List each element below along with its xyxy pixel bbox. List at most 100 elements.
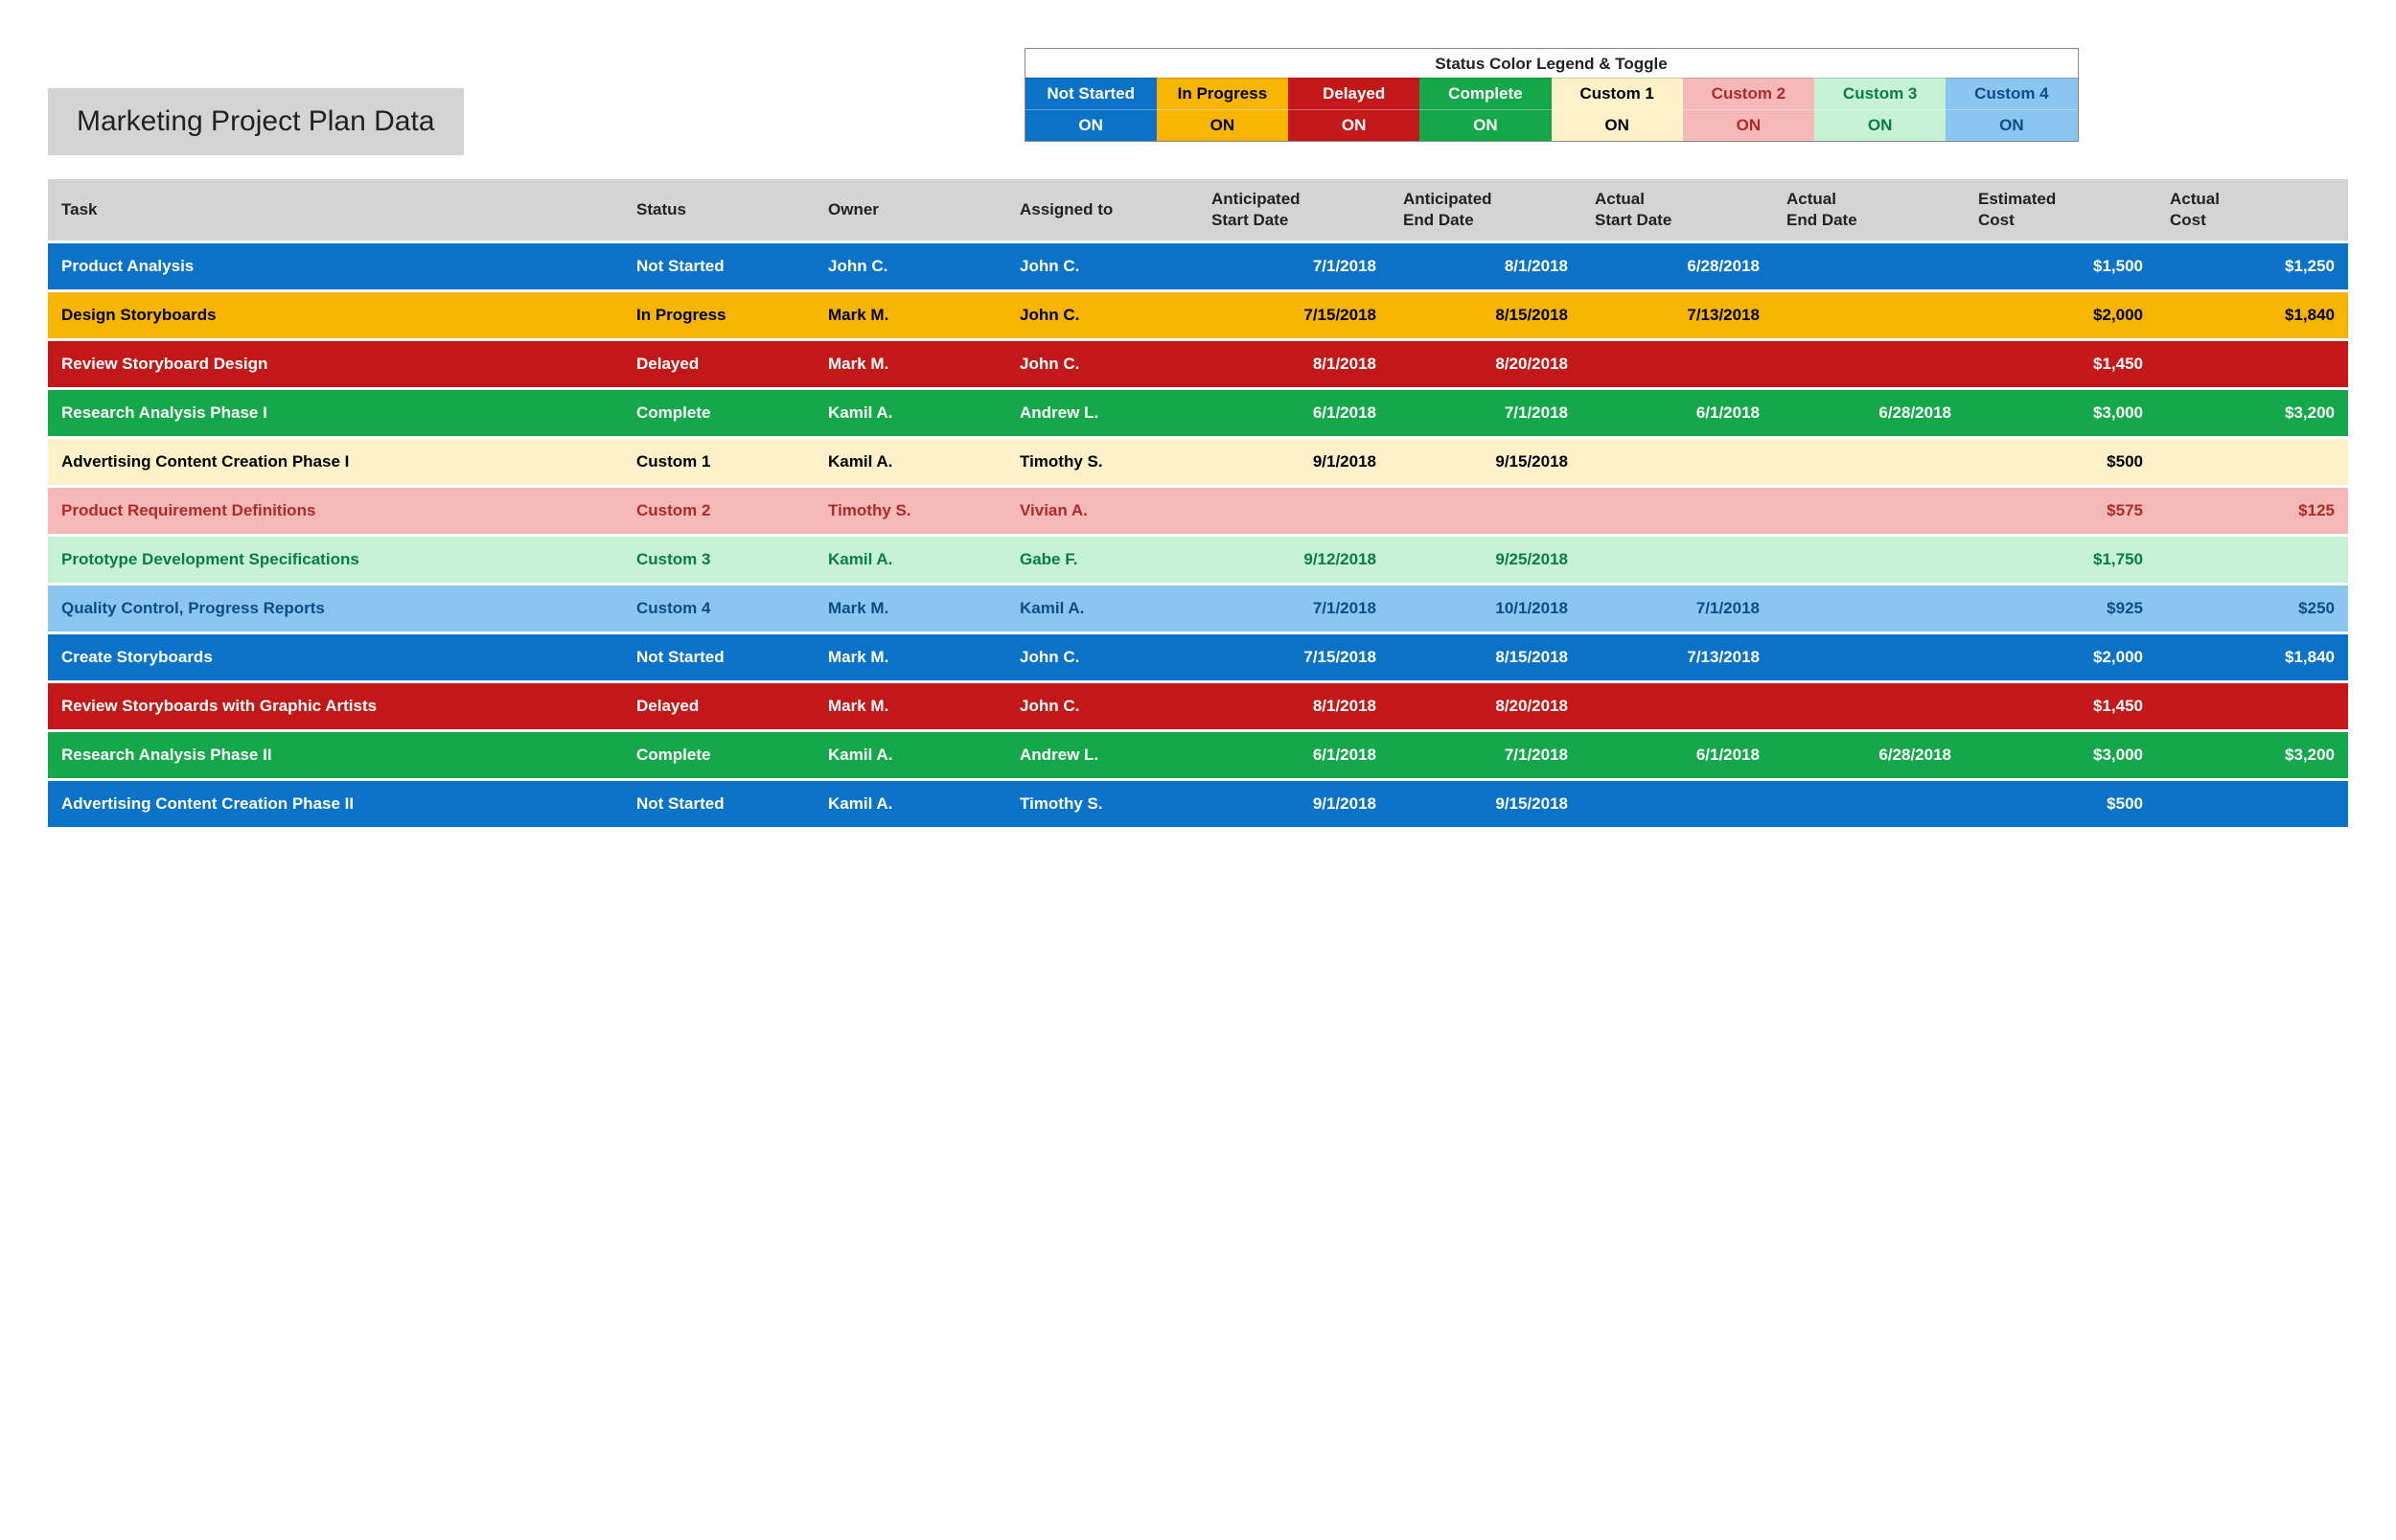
cell-anticipated_end	[1390, 488, 1581, 534]
legend-toggle[interactable]: ON	[1419, 109, 1551, 141]
cell-assigned: John C.	[1006, 341, 1198, 387]
cell-actual_start: 7/1/2018	[1581, 586, 1773, 632]
table-row: Advertising Content Creation Phase ICust…	[48, 439, 2348, 485]
cell-assigned: Vivian A.	[1006, 488, 1198, 534]
cell-anticipated_start: 7/15/2018	[1198, 292, 1390, 338]
cell-anticipated_start: 8/1/2018	[1198, 341, 1390, 387]
cell-actual_start: 6/28/2018	[1581, 243, 1773, 289]
cell-actual_start: 6/1/2018	[1581, 732, 1773, 778]
cell-est_cost: $1,450	[1965, 683, 2156, 729]
table-row: Quality Control, Progress ReportsCustom …	[48, 586, 2348, 632]
column-header: ActualEnd Date	[1773, 179, 1965, 241]
cell-task: Advertising Content Creation Phase I	[48, 439, 623, 485]
cell-status: Delayed	[623, 683, 815, 729]
cell-anticipated_start: 9/1/2018	[1198, 781, 1390, 827]
cell-est_cost: $925	[1965, 586, 2156, 632]
cell-actual_start	[1581, 439, 1773, 485]
cell-assigned: John C.	[1006, 292, 1198, 338]
cell-owner: Mark M.	[815, 341, 1006, 387]
cell-actual_end	[1773, 683, 1965, 729]
cell-actual_start: 7/13/2018	[1581, 634, 1773, 680]
cell-anticipated_start: 7/1/2018	[1198, 243, 1390, 289]
cell-status: Custom 4	[623, 586, 815, 632]
cell-task: Product Requirement Definitions	[48, 488, 623, 534]
cell-est_cost: $1,500	[1965, 243, 2156, 289]
cell-assigned: Kamil A.	[1006, 586, 1198, 632]
column-header: Task	[48, 179, 623, 241]
cell-anticipated_start: 6/1/2018	[1198, 390, 1390, 436]
cell-act_cost: $3,200	[2156, 390, 2348, 436]
page-title: Marketing Project Plan Data	[48, 88, 464, 155]
cell-actual_start	[1581, 781, 1773, 827]
table-row: Review Storyboards with Graphic ArtistsD…	[48, 683, 2348, 729]
cell-act_cost: $250	[2156, 586, 2348, 632]
cell-est_cost: $500	[1965, 781, 2156, 827]
cell-anticipated_end: 8/20/2018	[1390, 683, 1581, 729]
cell-task: Quality Control, Progress Reports	[48, 586, 623, 632]
cell-actual_end	[1773, 586, 1965, 632]
cell-assigned: Andrew L.	[1006, 390, 1198, 436]
cell-act_cost	[2156, 683, 2348, 729]
cell-status: Not Started	[623, 243, 815, 289]
cell-actual_start	[1581, 488, 1773, 534]
cell-owner: John C.	[815, 243, 1006, 289]
cell-actual_end	[1773, 439, 1965, 485]
cell-anticipated_start: 6/1/2018	[1198, 732, 1390, 778]
column-header: Assigned to	[1006, 179, 1198, 241]
legend-toggle[interactable]: ON	[1025, 109, 1157, 141]
legend-toggle[interactable]: ON	[1157, 109, 1288, 141]
cell-est_cost: $3,000	[1965, 390, 2156, 436]
legend-toggle[interactable]: ON	[1814, 109, 1946, 141]
cell-anticipated_start: 7/15/2018	[1198, 634, 1390, 680]
table-row: Research Analysis Phase IICompleteKamil …	[48, 732, 2348, 778]
table-row: Advertising Content Creation Phase IINot…	[48, 781, 2348, 827]
cell-act_cost	[2156, 439, 2348, 485]
cell-est_cost: $3,000	[1965, 732, 2156, 778]
table-row: Prototype Development SpecificationsCust…	[48, 537, 2348, 583]
legend-toggle[interactable]: ON	[1288, 109, 1419, 141]
cell-actual_start	[1581, 537, 1773, 583]
cell-assigned: John C.	[1006, 683, 1198, 729]
cell-actual_end	[1773, 243, 1965, 289]
cell-assigned: Gabe F.	[1006, 537, 1198, 583]
cell-anticipated_start: 9/1/2018	[1198, 439, 1390, 485]
cell-owner: Timothy S.	[815, 488, 1006, 534]
cell-act_cost	[2156, 341, 2348, 387]
cell-actual_end	[1773, 292, 1965, 338]
cell-est_cost: $2,000	[1965, 634, 2156, 680]
cell-est_cost: $1,450	[1965, 341, 2156, 387]
cell-est_cost: $575	[1965, 488, 2156, 534]
cell-act_cost	[2156, 781, 2348, 827]
cell-status: Complete	[623, 732, 815, 778]
legend-label: Custom 1	[1552, 78, 1683, 109]
legend-toggle[interactable]: ON	[1946, 109, 2077, 141]
legend-toggle[interactable]: ON	[1552, 109, 1683, 141]
cell-owner: Mark M.	[815, 634, 1006, 680]
cell-owner: Mark M.	[815, 683, 1006, 729]
cell-est_cost: $2,000	[1965, 292, 2156, 338]
cell-assigned: Andrew L.	[1006, 732, 1198, 778]
cell-assigned: John C.	[1006, 634, 1198, 680]
cell-status: Complete	[623, 390, 815, 436]
cell-owner: Kamil A.	[815, 781, 1006, 827]
column-header: AnticipatedEnd Date	[1390, 179, 1581, 241]
cell-act_cost: $1,840	[2156, 634, 2348, 680]
legend-label: Delayed	[1288, 78, 1419, 109]
cell-task: Create Storyboards	[48, 634, 623, 680]
legend-label: In Progress	[1157, 78, 1288, 109]
cell-assigned: Timothy S.	[1006, 439, 1198, 485]
legend-toggle[interactable]: ON	[1683, 109, 1814, 141]
cell-anticipated_end: 7/1/2018	[1390, 390, 1581, 436]
cell-act_cost: $3,200	[2156, 732, 2348, 778]
cell-task: Design Storyboards	[48, 292, 623, 338]
legend-label: Not Started	[1025, 78, 1157, 109]
cell-status: Not Started	[623, 634, 815, 680]
cell-anticipated_start: 7/1/2018	[1198, 586, 1390, 632]
cell-status: Not Started	[623, 781, 815, 827]
table-row: Design StoryboardsIn ProgressMark M.John…	[48, 292, 2348, 338]
cell-actual_start	[1581, 683, 1773, 729]
cell-owner: Mark M.	[815, 292, 1006, 338]
legend-heading: Status Color Legend & Toggle	[1025, 49, 2078, 78]
legend-label: Custom 3	[1814, 78, 1946, 109]
cell-actual_end	[1773, 634, 1965, 680]
